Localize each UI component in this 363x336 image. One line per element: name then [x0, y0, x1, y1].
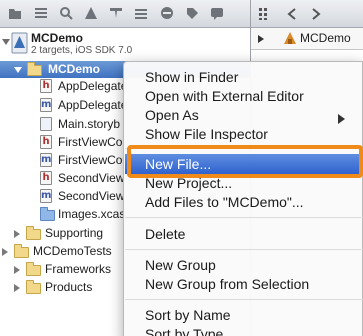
symbol-navigator-icon[interactable] — [34, 6, 48, 20]
highlight-callout-box — [127, 145, 363, 178]
disclosure-arrow-icon[interactable] — [257, 33, 265, 45]
jump-bar: MCDemo — [251, 28, 363, 50]
menu-item-open-as[interactable]: Open As — [145, 107, 199, 123]
asset-catalog-icon — [40, 207, 55, 221]
list-item[interactable]: Supporting — [14, 226, 124, 244]
tag-icon[interactable] — [185, 6, 199, 20]
list-item[interactable]: MCDemoTests — [2, 244, 124, 262]
disclosure-triangle-icon[interactable] — [14, 230, 20, 238]
menu-item-show-file-inspector[interactable]: Show File Inspector — [145, 126, 268, 142]
menu-item-sort-by-type[interactable]: Sort by Type — [145, 326, 223, 336]
file-label: FirstViewCo — [58, 153, 123, 167]
group-label: Products — [45, 280, 93, 294]
context-menu: Show in Finder Open with External Editor… — [123, 61, 363, 336]
list-item[interactable]: Products — [14, 280, 124, 298]
folder-icon — [26, 280, 41, 294]
back-arrow-icon[interactable] — [287, 8, 297, 20]
group-label: Supporting — [45, 226, 104, 240]
folder-icon — [26, 226, 41, 240]
project-subtitle: 2 targets, iOS SDK 7.0 — [31, 45, 133, 56]
menu-item-new-group[interactable]: New Group — [145, 257, 216, 273]
file-label: FirstViewCo — [58, 135, 123, 149]
menu-item-add-files[interactable]: Add Files to "MCDemo"... — [145, 194, 304, 210]
header-file-icon: h — [40, 135, 52, 149]
menu-item-sort-by-name[interactable]: Sort by Name — [145, 307, 231, 323]
editor-toolbar — [251, 0, 363, 28]
test-navigator-icon[interactable] — [109, 6, 123, 20]
forward-arrow-icon[interactable] — [311, 8, 321, 20]
search-icon[interactable] — [59, 6, 73, 20]
menu-item-delete[interactable]: Delete — [145, 226, 185, 242]
group-label: MCDemoTests — [33, 244, 112, 258]
selected-group-label: MCDemo — [48, 62, 101, 76]
related-items-icon[interactable] — [258, 7, 272, 21]
project-name[interactable]: MCDemo — [31, 31, 83, 45]
group-label: Frameworks — [45, 262, 112, 276]
folder-icon[interactable] — [8, 6, 22, 20]
debug-navigator-icon[interactable] — [134, 6, 148, 20]
disclosure-triangle-icon[interactable] — [14, 284, 20, 292]
implementation-file-icon: m — [40, 153, 52, 167]
file-label: Main.storyb — [58, 117, 121, 131]
folder-icon — [26, 262, 41, 276]
disclosure-triangle-icon[interactable] — [2, 248, 8, 256]
folder-icon — [27, 62, 42, 76]
header-file-icon: h — [40, 171, 52, 185]
folder-icon — [14, 244, 29, 258]
file-label: AppDelegate — [58, 79, 128, 93]
jump-bar-project-label[interactable]: MCDemo — [300, 31, 351, 45]
file-label: SecondView — [58, 189, 125, 203]
disclosure-triangle-icon[interactable] — [14, 266, 20, 274]
menu-separator — [125, 249, 363, 250]
breakpoint-icon[interactable] — [160, 6, 174, 20]
menu-item-show-in-finder[interactable]: Show in Finder — [145, 69, 238, 85]
submenu-arrow-icon — [338, 114, 345, 124]
log-navigator-icon[interactable] — [210, 6, 224, 20]
header-file-icon: h — [40, 79, 52, 93]
xcode-project-icon — [284, 32, 296, 44]
list-item[interactable]: Frameworks — [14, 262, 124, 280]
file-label: Images.xcas — [58, 207, 126, 221]
storyboard-file-icon — [40, 117, 52, 131]
menu-separator — [125, 217, 363, 218]
menu-item-open-external-editor[interactable]: Open with External Editor — [145, 88, 304, 104]
disclosure-triangle-icon[interactable] — [14, 67, 22, 73]
implementation-file-icon: m — [40, 189, 52, 203]
file-label: AppDelegate — [58, 98, 128, 112]
file-label: SecondView — [58, 171, 125, 185]
menu-separator — [125, 299, 363, 300]
issue-warning-icon[interactable] — [84, 6, 98, 20]
xcode-project-icon — [11, 32, 28, 54]
implementation-file-icon: m — [40, 98, 52, 112]
navigator-toolbar — [0, 0, 250, 28]
disclosure-triangle-icon[interactable] — [2, 39, 10, 45]
menu-item-new-group-from-selection[interactable]: New Group from Selection — [145, 276, 309, 292]
